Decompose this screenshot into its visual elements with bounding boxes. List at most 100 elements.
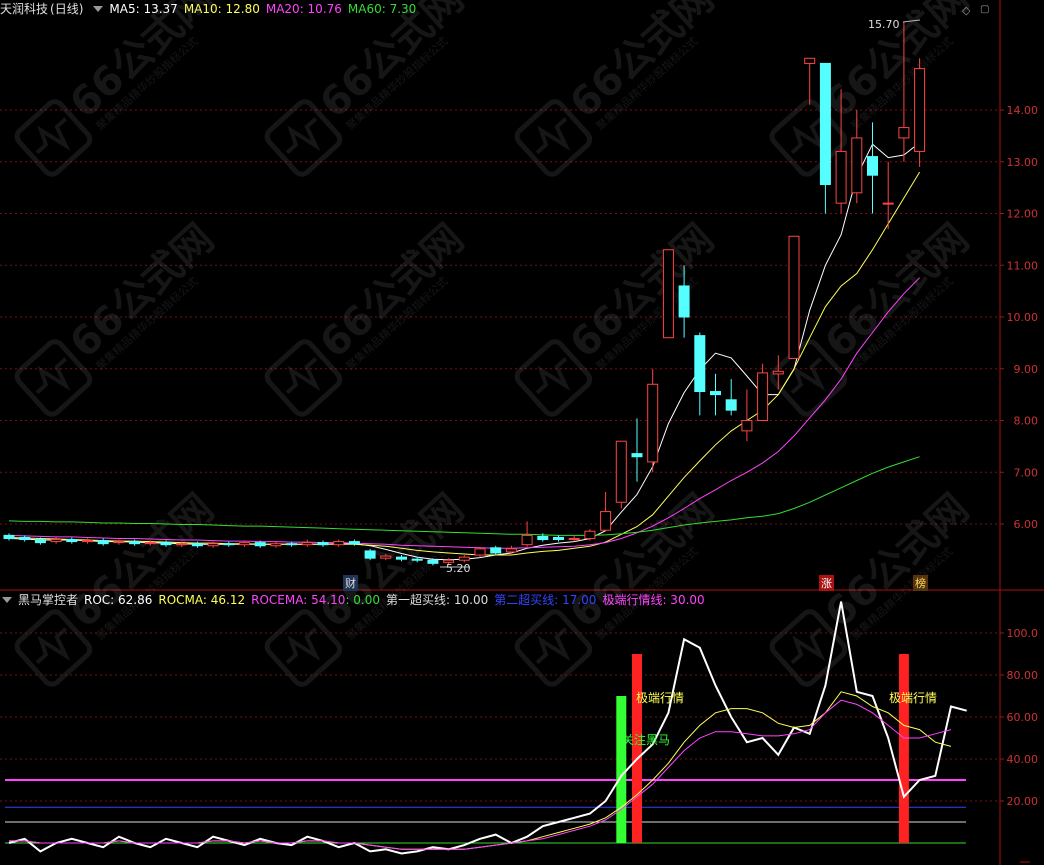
- candle: [364, 548, 376, 561]
- extreme-label-2: 极端行情: [889, 691, 938, 705]
- candle: [553, 535, 564, 542]
- watermark-pulse-icon: [790, 357, 826, 395]
- candle: [647, 368, 659, 473]
- candle-body: [631, 453, 643, 458]
- watermark-text: 66公式网: [311, 0, 472, 127]
- axis-labels: 14.00 13.00 12.00 11.00 10.00 9.00 8.00 7.00 6.0…: [1007, 104, 1039, 808]
- candle-body: [678, 285, 690, 318]
- marker-zhang[interactable]: 涨: [819, 575, 834, 591]
- candle-body: [584, 530, 596, 539]
- watermark-pulse-icon: [285, 357, 321, 395]
- watermark-text: 66公式网: [816, 216, 977, 368]
- price-tick-label: 9.00: [1014, 363, 1039, 376]
- candle-body: [600, 511, 612, 531]
- candle-body: [427, 559, 439, 564]
- candle-body: [97, 540, 109, 545]
- candle: [584, 529, 596, 541]
- candle: [82, 538, 93, 544]
- candle-body: [380, 555, 392, 559]
- watermark-pulse-icon: [790, 627, 826, 665]
- candle-body: [804, 57, 816, 64]
- sub-tick-label: 80.00: [1007, 669, 1039, 682]
- candle-body: [34, 539, 46, 544]
- marker-cai[interactable]: 财: [343, 575, 358, 591]
- watermark: 66公式网聚集精品精华炒股指标公式: [514, 486, 723, 687]
- candle-body: [176, 543, 188, 546]
- candle: [600, 491, 612, 532]
- candle-body: [741, 420, 753, 432]
- candle-body: [553, 536, 564, 541]
- watermark: 66公式网聚集精品精华炒股指标公式: [14, 486, 223, 687]
- watermark-text: 66公式网: [61, 216, 222, 368]
- sub-tick-label: 60.00: [1007, 711, 1039, 724]
- watermark-pulse-icon: [535, 357, 571, 395]
- candle: [97, 538, 109, 546]
- candle-body: [396, 556, 407, 560]
- candle-body: [144, 542, 156, 545]
- candle-body: [286, 543, 298, 546]
- candle: [710, 373, 721, 416]
- price-tick-label: 14.00: [1007, 104, 1039, 117]
- candle: [301, 539, 313, 547]
- candle-body: [239, 542, 250, 546]
- extreme-label-1: 极端行情: [636, 691, 685, 705]
- indicator-signal-bars: [616, 654, 909, 843]
- moving-average-lines: [8, 142, 921, 561]
- candle: [223, 541, 235, 547]
- candle-body: [82, 540, 93, 543]
- signal-bar: [898, 654, 909, 843]
- candle-body: [474, 548, 486, 556]
- price-tick-label: 10.00: [1007, 311, 1039, 324]
- chart-canvas[interactable]: 66公式网聚集精品精华炒股指标公式 66公式网聚集精品精华炒股指标公式 66公式网聚…: [0, 0, 1044, 865]
- watermark-text: 66公式网: [561, 486, 722, 638]
- sub-chart-header: 黑马掌控者 ROC: 62.86 ROCMA: 46.12 ROCEMA: 54.10…: [0, 591, 711, 609]
- candle-body: [270, 543, 282, 547]
- candle-body: [662, 249, 674, 339]
- candle-body: [113, 541, 125, 544]
- indicator-name[interactable]: 黑马掌控者: [18, 593, 78, 607]
- candle-body: [568, 537, 580, 541]
- marker-bang[interactable]: 榜: [913, 575, 928, 591]
- candle-body: [788, 235, 800, 359]
- low-price-annotation: 5.20: [446, 562, 471, 575]
- candle-body: [835, 150, 847, 204]
- candle-body: [333, 541, 345, 546]
- candle: [113, 539, 125, 545]
- candle: [317, 540, 329, 547]
- candle: [270, 541, 282, 548]
- candle-body: [647, 383, 659, 463]
- watermark: 66公式网聚集精品精华炒股指标公式: [14, 0, 223, 177]
- watermark-text: 66公式网: [61, 0, 222, 127]
- candle-body: [3, 534, 15, 539]
- sub-tick-label: 40.00: [1007, 753, 1039, 766]
- candle: [333, 539, 345, 547]
- candle: [741, 389, 753, 442]
- candle: [66, 537, 78, 544]
- sub-tick-label: 100.0: [1007, 627, 1039, 640]
- signal-bar: [632, 654, 642, 843]
- candle-body: [851, 137, 863, 194]
- candle: [819, 62, 831, 214]
- indicator-lines: [8, 601, 967, 855]
- watermark-text: 66公式网: [816, 486, 977, 638]
- candle-body: [348, 541, 360, 545]
- candle-body: [537, 535, 549, 541]
- sub-tick-label: 20.00: [1007, 795, 1039, 808]
- candle: [505, 545, 517, 555]
- dropdown-icon[interactable]: [2, 597, 12, 603]
- sub-chart-grid: [0, 632, 1004, 844]
- watermark-pulse-icon: [535, 627, 571, 665]
- candle-body: [129, 541, 141, 545]
- candle-body: [490, 547, 502, 554]
- watermark-text: 66公式网: [561, 0, 722, 127]
- candle-body: [223, 543, 235, 546]
- watermark: 66公式网聚集精品精华炒股指标公式: [769, 486, 978, 687]
- line2-label: 第二超买线: 17.00: [494, 593, 597, 607]
- watermark-pulse-icon: [285, 117, 321, 155]
- candle-body: [411, 558, 423, 561]
- candle-body: [191, 543, 203, 547]
- candle-body: [19, 536, 31, 541]
- price-tick-label: 8.00: [1014, 415, 1039, 428]
- price-tick-label: 11.00: [1007, 259, 1039, 272]
- watermark: 66公式网聚集精品精华炒股指标公式: [264, 0, 473, 177]
